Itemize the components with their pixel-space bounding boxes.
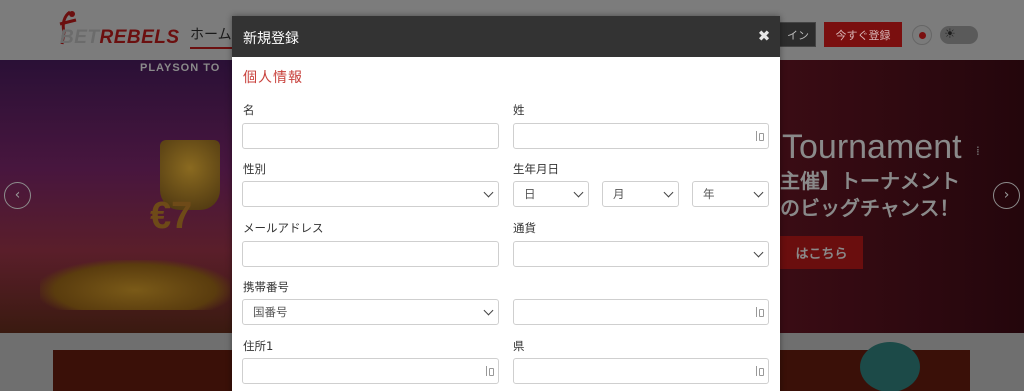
dob-month-select[interactable]: 月 bbox=[602, 181, 679, 207]
dob-label: 生年月日 bbox=[513, 162, 559, 176]
autofill-key-icon[interactable] bbox=[486, 365, 494, 377]
email-label: メールアドレス bbox=[243, 221, 324, 235]
section-title-personal-info: 個人情報 bbox=[243, 70, 303, 86]
first-name-label: 名 bbox=[243, 103, 255, 117]
country-code-value: 国番号 bbox=[253, 305, 288, 319]
promo-text: 主催】トーナメント のビッグチャンス！ bbox=[780, 169, 960, 220]
promo-amount: €7 bbox=[150, 195, 193, 237]
prefecture-label: 県 bbox=[513, 339, 525, 353]
chevron-right-icon: › bbox=[1003, 187, 1010, 203]
chip-image bbox=[860, 342, 920, 391]
gender-label: 性別 bbox=[243, 162, 266, 176]
currency-select[interactable] bbox=[513, 241, 769, 267]
autofill-key-icon[interactable] bbox=[756, 130, 764, 142]
dob-year-select[interactable]: 年 bbox=[692, 181, 769, 207]
nav-home[interactable]: ホーム bbox=[190, 24, 232, 49]
dob-month-value: 月 bbox=[613, 187, 625, 201]
chevron-down-icon bbox=[483, 187, 494, 198]
prefecture-input[interactable] bbox=[513, 358, 769, 384]
dob-year-value: 年 bbox=[703, 187, 715, 201]
registration-modal: 新規登録 ✖ 個人情報 名 姓 性別 生年月日 日 月 年 メールアドレス 通貨… bbox=[232, 16, 780, 391]
logo-text: BETREBELS bbox=[60, 27, 180, 48]
hero-slide-left: PLAYSON TO €7 bbox=[0, 60, 232, 333]
dob-day-value: 日 bbox=[524, 187, 536, 201]
autofill-key-icon[interactable] bbox=[756, 365, 764, 377]
game-banner-left[interactable] bbox=[53, 350, 233, 391]
gender-select[interactable] bbox=[242, 181, 499, 207]
first-name-input[interactable] bbox=[242, 123, 499, 149]
chevron-down-icon bbox=[483, 305, 494, 316]
mobile-number-input[interactable] bbox=[513, 299, 769, 325]
modal-title: 新規登録 bbox=[243, 31, 299, 47]
country-code-select[interactable]: 国番号 bbox=[242, 299, 499, 325]
provider-label: PLAYSON TO bbox=[140, 62, 221, 74]
chevron-down-icon bbox=[573, 187, 584, 198]
address1-input[interactable] bbox=[242, 358, 499, 384]
carousel-next-button[interactable]: › bbox=[993, 182, 1020, 209]
page: BETREBELS ホーム イン 今すぐ登録 ☀ PLAYSON TO €7 T… bbox=[0, 0, 1024, 391]
dob-day-select[interactable]: 日 bbox=[513, 181, 589, 207]
last-name-label: 姓 bbox=[513, 103, 525, 117]
promo-cta-button[interactable]: はこちら bbox=[780, 236, 863, 269]
site-logo[interactable]: BETREBELS bbox=[48, 10, 179, 50]
email-input[interactable] bbox=[242, 241, 499, 267]
currency-label: 通貨 bbox=[513, 221, 536, 235]
address1-label: 住所1 bbox=[243, 339, 274, 353]
register-now-button[interactable]: 今すぐ登録 bbox=[824, 22, 902, 47]
login-button[interactable]: イン bbox=[776, 22, 816, 47]
carousel-prev-button[interactable]: ‹ bbox=[4, 182, 31, 209]
last-name-input[interactable] bbox=[513, 123, 769, 149]
chevron-left-icon: ‹ bbox=[14, 187, 21, 203]
coins-image bbox=[40, 260, 230, 310]
chevron-down-icon bbox=[753, 247, 764, 258]
sun-icon: ☀ bbox=[944, 27, 956, 42]
japan-flag-icon[interactable] bbox=[912, 25, 932, 45]
tournament-title: Tournament bbox=[782, 128, 962, 166]
chevron-down-icon bbox=[663, 187, 674, 198]
autofill-key-icon[interactable] bbox=[756, 306, 764, 318]
modal-header: 新規登録 ✖ bbox=[232, 16, 780, 57]
close-icon[interactable]: ✖ bbox=[756, 26, 772, 46]
slide-indicator-icon: ⁞ bbox=[976, 144, 980, 158]
mobile-label: 携帯番号 bbox=[243, 280, 289, 294]
chevron-down-icon bbox=[753, 187, 764, 198]
theme-toggle[interactable]: ☀ bbox=[940, 26, 978, 44]
